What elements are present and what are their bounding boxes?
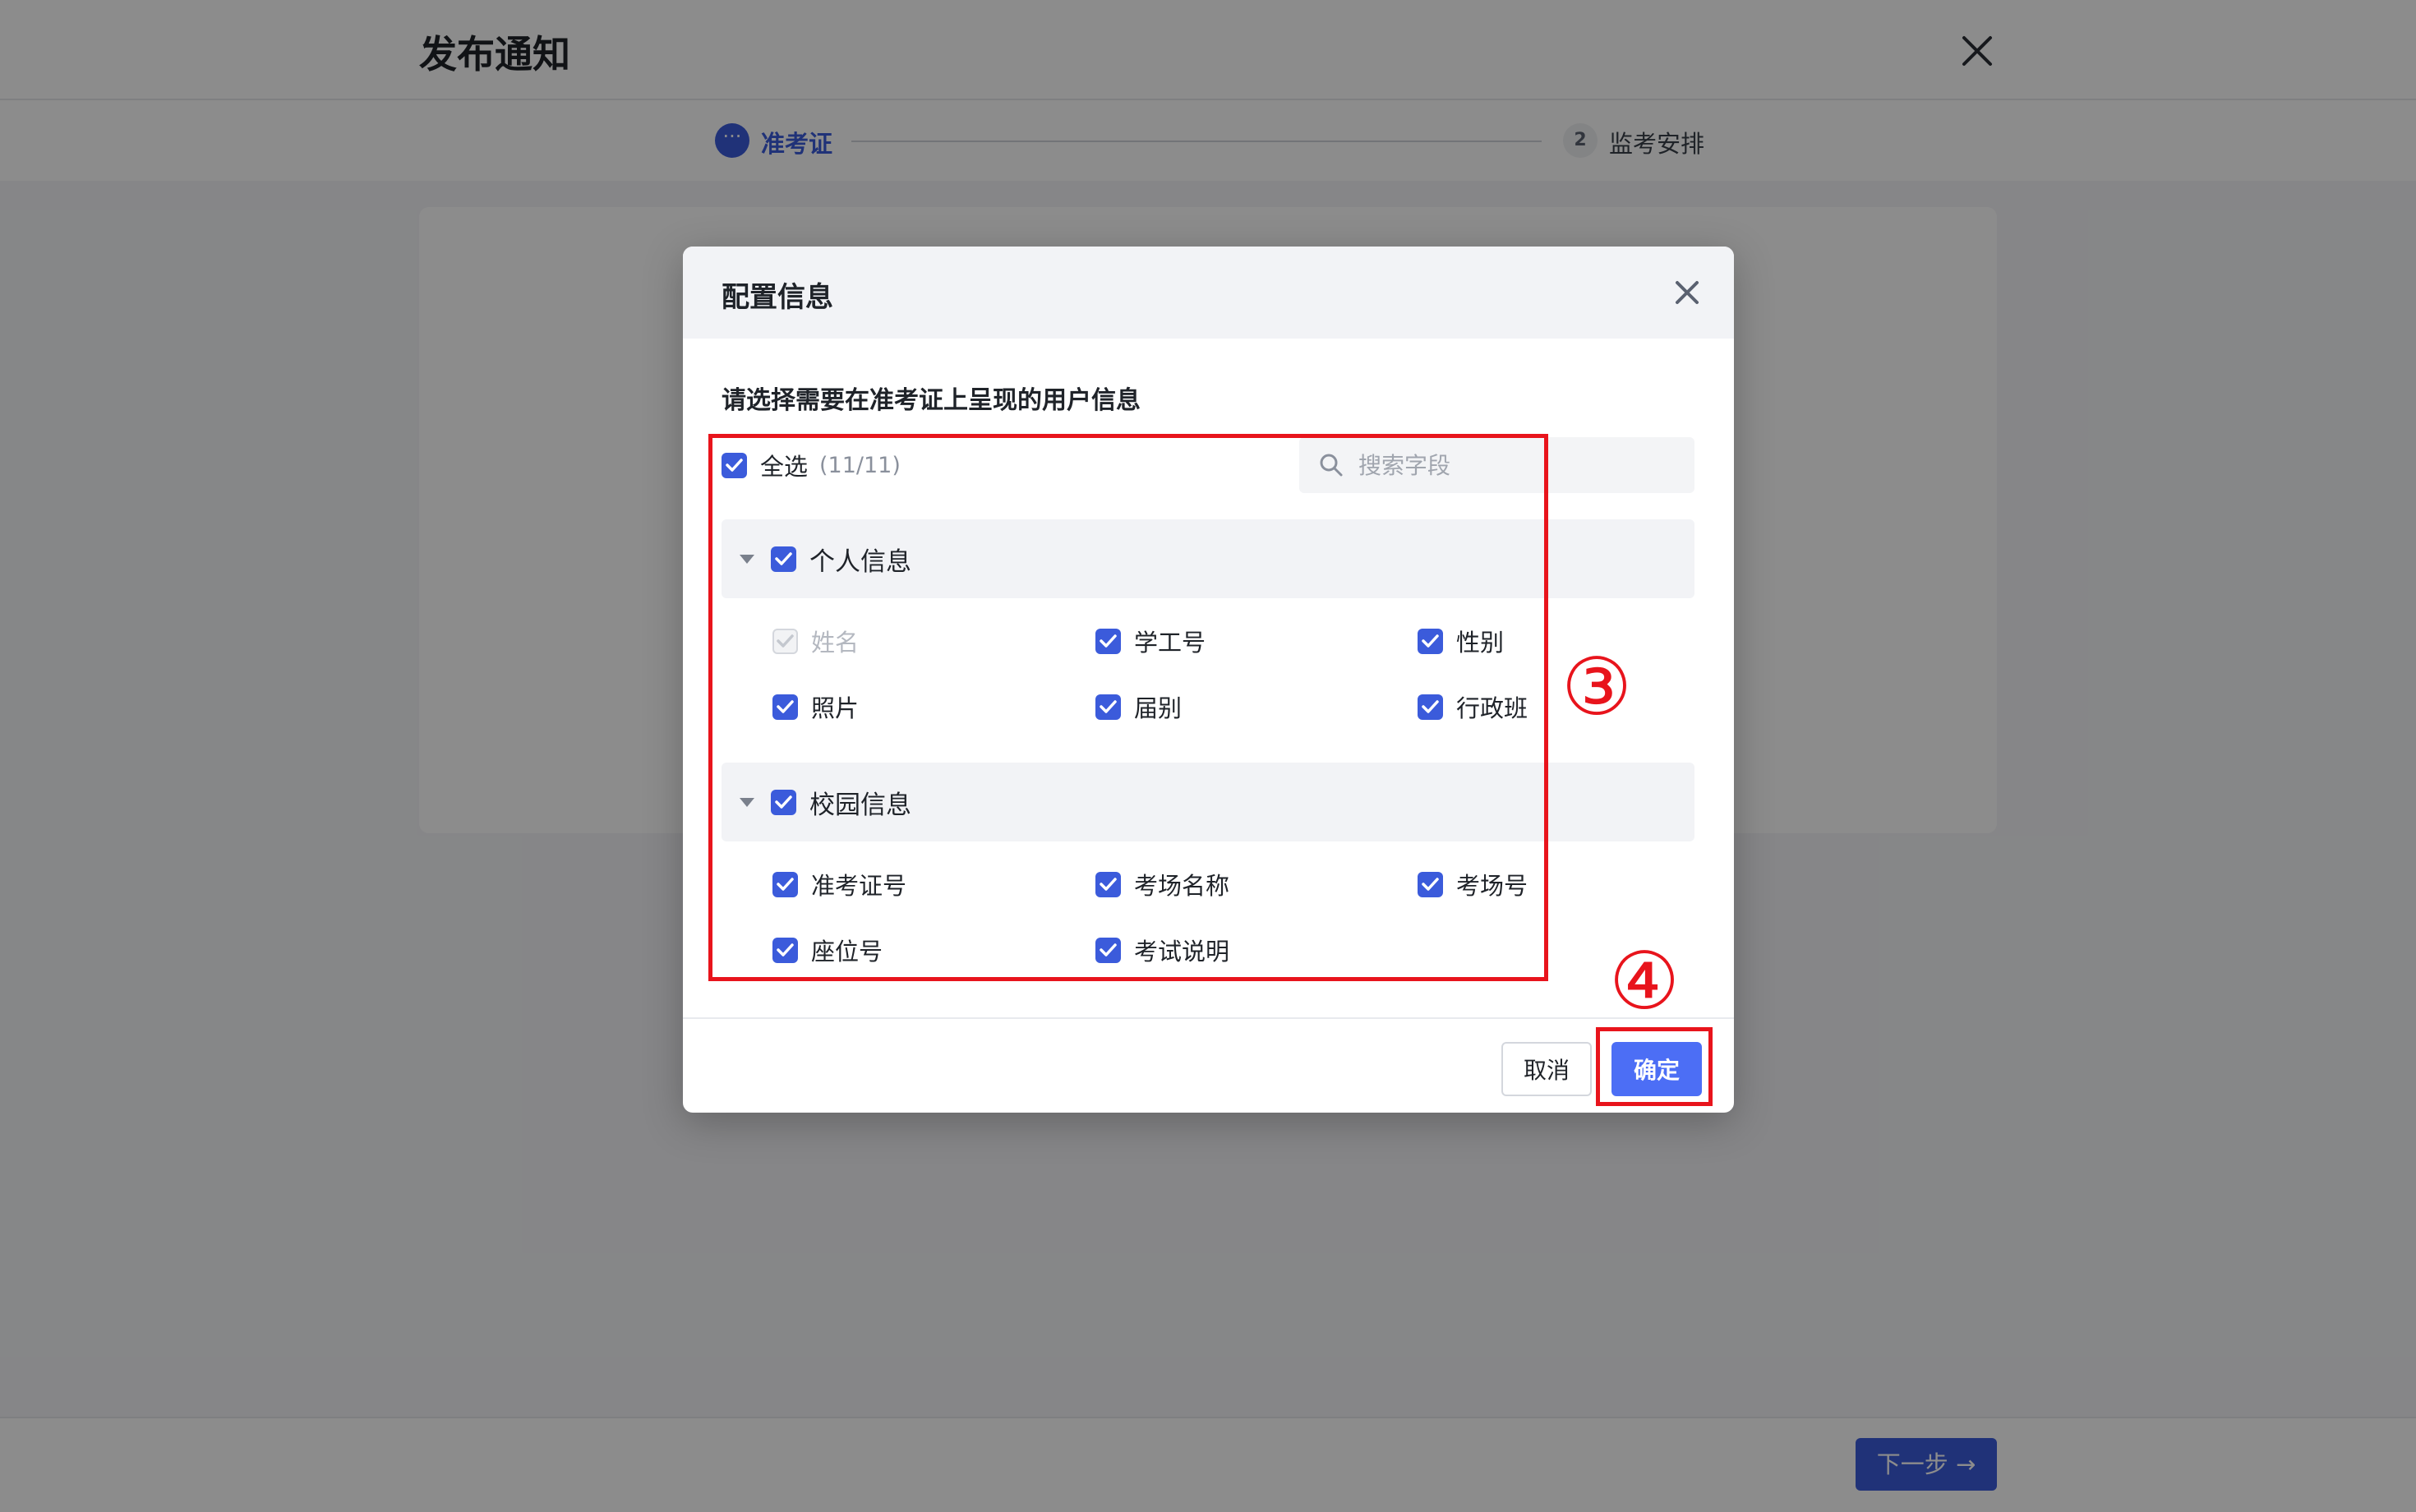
modal-header: 配置信息 [683,247,1734,339]
cancel-button[interactable]: 取消 [1501,1042,1592,1096]
annotation-box-fields [708,434,1548,981]
close-icon[interactable] [1671,276,1704,309]
annotation-box-confirm [1596,1027,1713,1106]
instruction-text: 请选择需要在准考证上呈现的用户信息 [722,386,1141,415]
modal-footer: 取消 确定 [683,1017,1734,1113]
annotation-marker-3: ③ [1561,641,1633,733]
annotation-marker-4: ④ [1609,935,1681,1027]
modal-title: 配置信息 [722,281,833,314]
